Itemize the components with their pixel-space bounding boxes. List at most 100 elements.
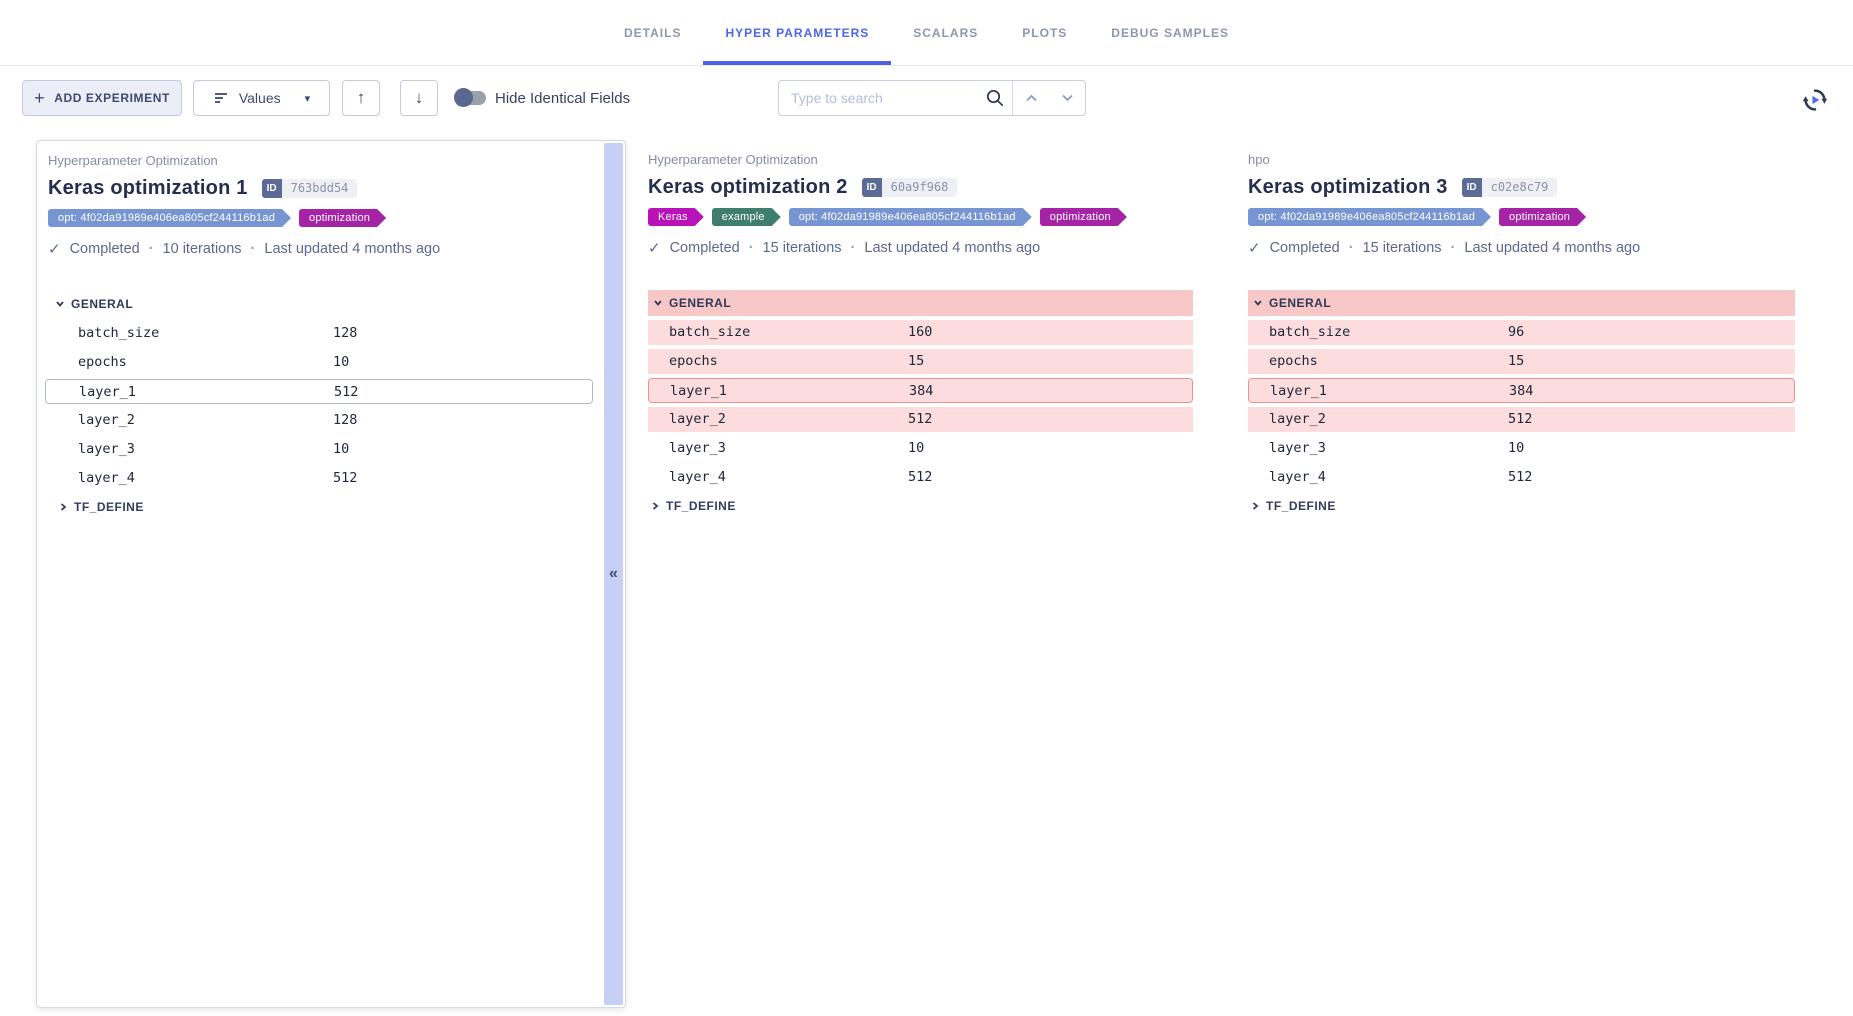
auto-refresh-button[interactable] xyxy=(1797,82,1833,118)
status-updated: Last updated 4 months ago xyxy=(864,240,1040,256)
hyperparameter-table: GENERAL batch_size128 epochs10 layer_151… xyxy=(45,291,593,514)
param-row[interactable]: layer_4512 xyxy=(648,465,1193,490)
experiment-id-badge: ID 763bdd54 xyxy=(262,179,358,198)
param-row[interactable]: layer_2128 xyxy=(45,408,593,433)
search-box xyxy=(778,80,1086,116)
param-row[interactable]: layer_310 xyxy=(45,437,593,462)
param-row[interactable]: layer_4512 xyxy=(1248,465,1795,490)
section-header-tf-define[interactable]: TF_DEFINE xyxy=(648,499,1193,513)
tag-list: opt: 4f02da91989e406ea805cf244116b1ad op… xyxy=(48,209,595,227)
tab-details[interactable]: DETAILS xyxy=(602,0,703,65)
toggle-knob xyxy=(454,88,473,107)
dot-separator xyxy=(749,240,754,256)
hide-identical-toggle[interactable] xyxy=(456,91,486,105)
search-input[interactable] xyxy=(779,90,978,106)
tag-list: Keras example opt: 4f02da91989e406ea805c… xyxy=(648,208,1193,226)
auto-refresh-icon xyxy=(1800,85,1830,115)
tab-debug-samples[interactable]: DEBUG SAMPLES xyxy=(1089,0,1251,65)
experiment-id-badge: ID c02e8c79 xyxy=(1462,178,1558,197)
param-row-selected[interactable]: layer_1512 xyxy=(45,379,593,404)
status-iterations: 10 iterations xyxy=(163,241,242,257)
collapse-panel-handle[interactable]: « xyxy=(604,143,623,1005)
check-icon: ✓ xyxy=(48,240,61,258)
experiment-title: Keras optimization 3 xyxy=(1248,176,1448,199)
tag-list: opt: 4f02da91989e406ea805cf244116b1ad op… xyxy=(1248,208,1795,226)
move-up-button[interactable]: ↑ xyxy=(342,80,380,116)
experiment-card-1: Hyperparameter Optimization Keras optimi… xyxy=(36,140,626,1008)
status-updated: Last updated 4 months ago xyxy=(264,241,440,257)
status-line: ✓ Completed 15 iterations Last updated 4… xyxy=(648,239,1193,257)
add-experiment-button[interactable]: + ADD EXPERIMENT xyxy=(22,80,182,116)
status-iterations: 15 iterations xyxy=(1363,240,1442,256)
experiment-id-badge: ID 60a9f968 xyxy=(862,178,958,197)
param-row-diff-selected[interactable]: layer_1384 xyxy=(648,378,1193,403)
tab-plots[interactable]: PLOTS xyxy=(1000,0,1089,65)
sort-values-icon xyxy=(213,90,229,106)
experiment-card-2: Hyperparameter Optimization Keras optimi… xyxy=(648,140,1193,513)
check-icon: ✓ xyxy=(1248,239,1261,257)
param-row[interactable]: epochs10 xyxy=(45,350,593,375)
param-row-diff[interactable]: epochs15 xyxy=(1248,349,1795,374)
id-label: ID xyxy=(1462,178,1482,197)
arrow-up-icon: ↑ xyxy=(357,88,366,108)
tag: opt: 4f02da91989e406ea805cf244116b1ad xyxy=(1248,208,1491,226)
tab-bar: DETAILS HYPER PARAMETERS SCALARS PLOTS D… xyxy=(0,0,1853,66)
tab-hyper-parameters[interactable]: HYPER PARAMETERS xyxy=(703,0,891,65)
project-name: Hyperparameter Optimization xyxy=(48,153,595,169)
status-state: Completed xyxy=(1270,240,1340,256)
section-header-tf-define[interactable]: TF_DEFINE xyxy=(1248,499,1795,513)
tag: optimization xyxy=(1040,208,1127,226)
status-state: Completed xyxy=(670,240,740,256)
collapse-icon: « xyxy=(609,565,618,583)
dot-separator xyxy=(149,241,154,257)
chevron-down-icon xyxy=(653,298,663,308)
section-header-tf-define[interactable]: TF_DEFINE xyxy=(45,500,593,514)
param-row-diff[interactable]: layer_2512 xyxy=(1248,407,1795,432)
chevron-right-icon xyxy=(58,502,68,512)
status-line: ✓ Completed 15 iterations Last updated 4… xyxy=(1248,239,1795,257)
param-row-diff[interactable]: epochs15 xyxy=(648,349,1193,374)
tab-scalars[interactable]: SCALARS xyxy=(891,0,1000,65)
values-dropdown[interactable]: Values ▾ xyxy=(193,80,330,116)
section-header-general[interactable]: GENERAL xyxy=(1248,290,1795,316)
section-header-general[interactable]: GENERAL xyxy=(45,291,593,317)
hide-identical-label: Hide Identical Fields xyxy=(495,90,630,107)
tag: opt: 4f02da91989e406ea805cf244116b1ad xyxy=(789,208,1032,226)
status-updated: Last updated 4 months ago xyxy=(1464,240,1640,256)
chevron-down-icon xyxy=(55,299,65,309)
toolbar: + ADD EXPERIMENT Values ▾ ↑ ↓ Hide Ident… xyxy=(0,66,1853,119)
param-row-diff[interactable]: batch_size96 xyxy=(1248,320,1795,345)
check-icon: ✓ xyxy=(648,239,661,257)
status-line: ✓ Completed 10 iterations Last updated 4… xyxy=(48,240,595,258)
move-down-button[interactable]: ↓ xyxy=(400,80,438,116)
param-row[interactable]: layer_310 xyxy=(1248,436,1795,461)
tag: optimization xyxy=(1499,208,1586,226)
tag: opt: 4f02da91989e406ea805cf244116b1ad xyxy=(48,209,291,227)
plus-icon: + xyxy=(34,89,45,107)
chevron-down-icon xyxy=(1253,298,1263,308)
id-label: ID xyxy=(262,179,282,198)
experiment-title: Keras optimization 1 xyxy=(48,177,248,200)
dot-separator xyxy=(851,240,856,256)
param-row-diff[interactable]: batch_size160 xyxy=(648,320,1193,345)
tag: Keras xyxy=(648,208,704,226)
search-next-button[interactable] xyxy=(1049,81,1085,115)
chevron-right-icon xyxy=(650,501,660,511)
status-iterations: 15 iterations xyxy=(763,240,842,256)
arrow-down-icon: ↓ xyxy=(415,88,424,108)
param-row[interactable]: layer_310 xyxy=(648,436,1193,461)
param-row-diff[interactable]: layer_2512 xyxy=(648,407,1193,432)
id-value: c02e8c79 xyxy=(1482,178,1558,197)
section-header-general[interactable]: GENERAL xyxy=(648,290,1193,316)
project-name: hpo xyxy=(1248,152,1795,168)
chevron-down-icon: ▾ xyxy=(305,92,311,105)
experiment-title: Keras optimization 2 xyxy=(648,176,848,199)
hyperparameter-table: GENERAL batch_size96 epochs15 layer_1384… xyxy=(1248,290,1795,513)
param-row-diff-selected[interactable]: layer_1384 xyxy=(1248,378,1795,403)
id-value: 763bdd54 xyxy=(282,179,358,198)
search-icon xyxy=(978,88,1012,108)
param-row[interactable]: batch_size128 xyxy=(45,321,593,346)
param-row[interactable]: layer_4512 xyxy=(45,466,593,491)
search-prev-button[interactable] xyxy=(1013,81,1049,115)
tag: optimization xyxy=(299,209,386,227)
